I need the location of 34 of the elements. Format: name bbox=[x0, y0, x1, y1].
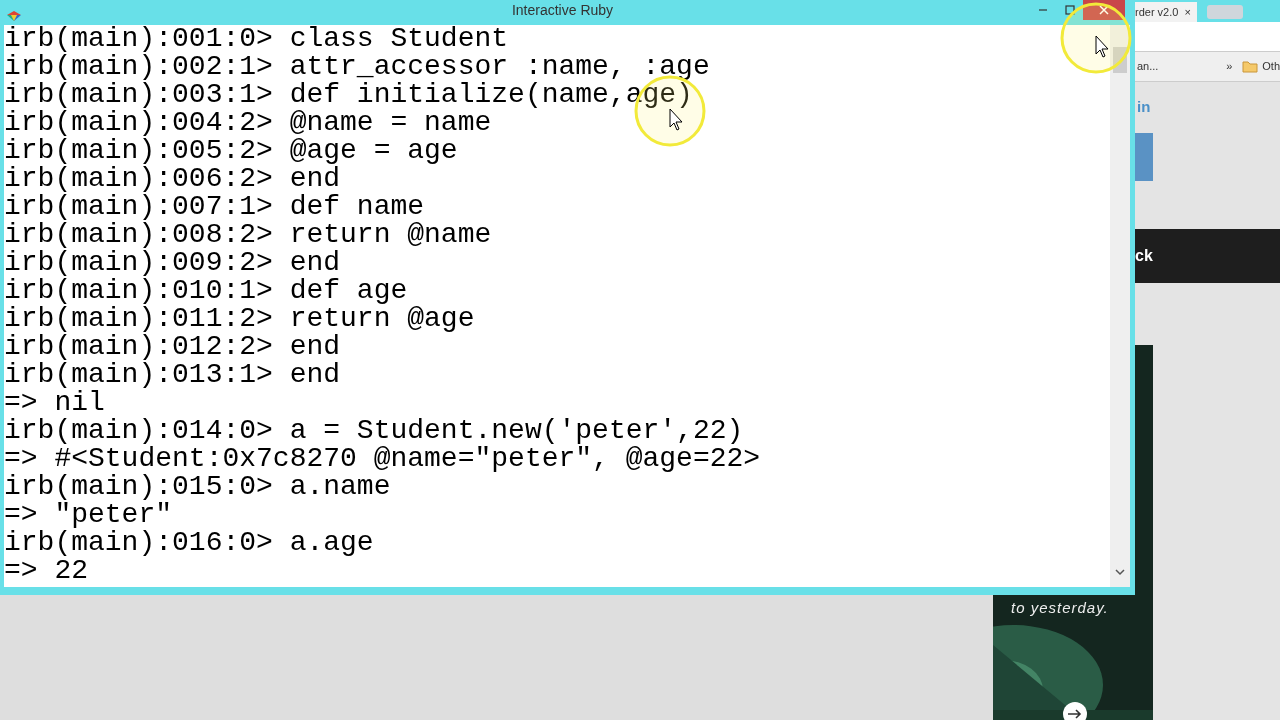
console-line: irb(main):005:2> @age = age bbox=[4, 137, 459, 165]
console-line: irb(main):014:0> a = Student.new('peter',22) bbox=[4, 417, 745, 445]
minimize-icon bbox=[1037, 9, 1048, 11]
console-line: irb(main):011:2> return @age bbox=[4, 305, 476, 333]
promo-text: to yesterday. bbox=[1011, 598, 1109, 618]
console-line: => #<Student:0x7c8270 @name="peter", @age=22> bbox=[4, 445, 762, 473]
console-line: irb(main):007:1> def name bbox=[4, 193, 426, 221]
console-line: => 22 bbox=[4, 557, 88, 585]
banner-text: ck bbox=[1135, 246, 1153, 266]
bookmark-folder[interactable]: Oth bbox=[1242, 58, 1280, 75]
console-line: => "peter" bbox=[4, 501, 173, 529]
console-line: irb(main):012:2> end bbox=[4, 333, 342, 361]
browser-tab[interactable]: rder v2.0 × bbox=[1135, 2, 1197, 22]
console-line: irb(main):013:1> end bbox=[4, 361, 342, 389]
bookmark-link[interactable]: an... bbox=[1137, 58, 1159, 75]
console-line: => nil bbox=[4, 389, 105, 417]
console-line: irb(main):001:0> class Student bbox=[4, 25, 510, 53]
console-line: irb(main):015:0> a.name bbox=[4, 473, 391, 501]
folder-icon bbox=[1242, 60, 1259, 73]
console-line: irb(main):008:2> return @name bbox=[4, 221, 493, 249]
close-tab-button[interactable]: × bbox=[1184, 3, 1191, 21]
more-bookmarks-button[interactable]: » bbox=[1226, 58, 1233, 75]
console-line: irb(main):016:0> a.age bbox=[4, 529, 375, 557]
console-line: irb(main):006:2> end bbox=[4, 165, 341, 193]
console-line: irb(main):010:1> def age bbox=[4, 277, 409, 305]
scroll-thumb[interactable] bbox=[1113, 47, 1127, 73]
maximize-icon bbox=[1064, 5, 1075, 15]
arrow-icon[interactable] bbox=[1063, 701, 1087, 720]
close-button[interactable] bbox=[1083, 0, 1125, 20]
close-icon bbox=[1099, 5, 1109, 15]
console-line: irb(main):009:2> end bbox=[4, 249, 342, 277]
console-line: irb(main):004:2> @name = name bbox=[4, 109, 492, 137]
console-line: irb(main):002:1> attr_accessor :name, :age bbox=[4, 53, 711, 81]
window-title: Interactive Ruby bbox=[511, 0, 614, 20]
